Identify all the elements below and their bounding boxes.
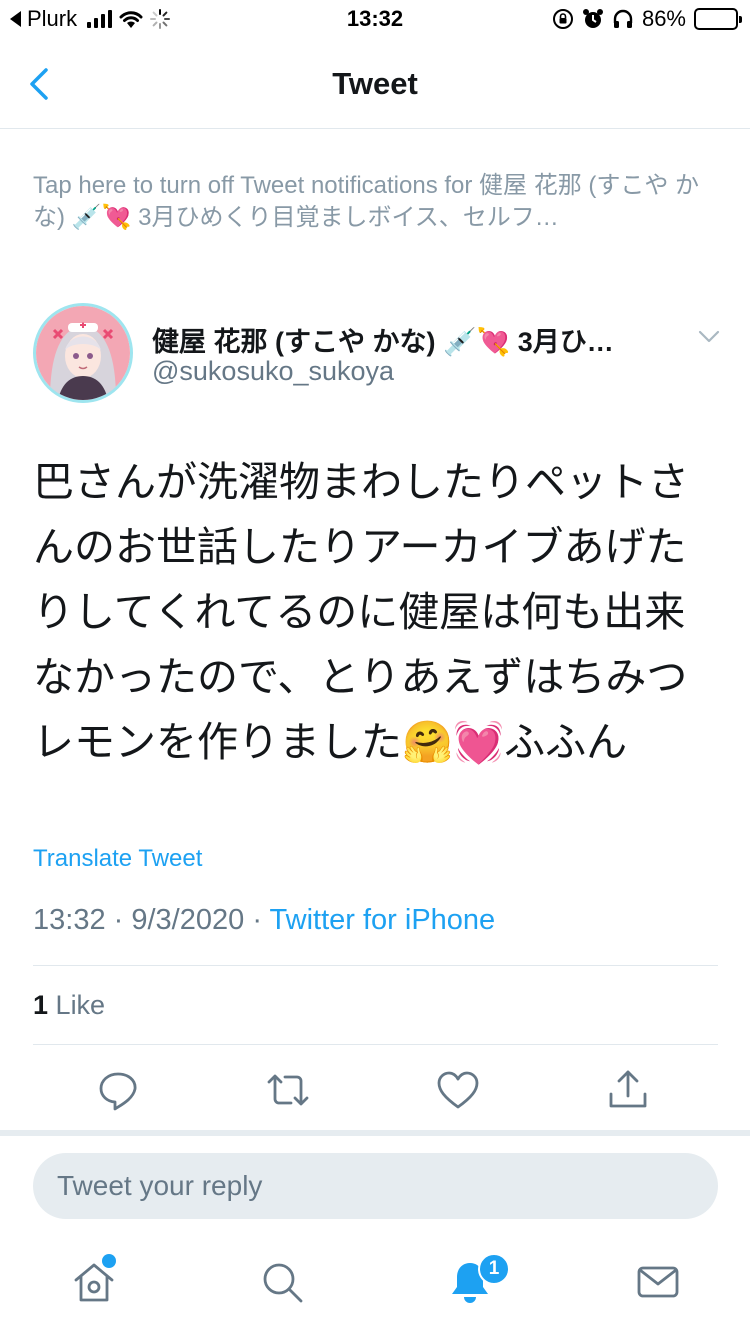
section-separator: [0, 1130, 750, 1136]
likes-label: Like: [55, 990, 106, 1020]
meta-separator: ·: [113, 904, 132, 936]
retweet-icon[interactable]: [264, 1066, 312, 1114]
messages-icon[interactable]: [634, 1258, 682, 1306]
battery-icon: [694, 8, 742, 30]
avatar-image: [36, 306, 130, 400]
alarm-icon: [582, 9, 603, 28]
author-handle[interactable]: @sukosuko_sukoya: [152, 356, 394, 387]
tweet-date: 9/3/2020: [131, 904, 245, 936]
tweet-source-link[interactable]: Twitter for iPhone: [270, 904, 496, 936]
divider: [33, 965, 718, 966]
headphones-icon: [613, 9, 633, 28]
reply-icon[interactable]: [94, 1066, 142, 1114]
translate-tweet-link[interactable]: Translate Tweet: [33, 845, 202, 873]
nav-bar: Tweet: [0, 40, 750, 129]
battery-percent: 86%: [641, 6, 686, 31]
reply-input[interactable]: [33, 1153, 718, 1219]
home-new-dot: [102, 1254, 116, 1268]
notification-toggle-link[interactable]: Tap here to turn off Tweet notifications…: [33, 170, 723, 234]
status-bar: Plurk 13:32 86%: [0, 0, 750, 40]
tweet-time: 13:32: [33, 904, 106, 936]
author-name[interactable]: 健屋 花那 (すこや かな) 💉💘 3月ひ…: [152, 320, 692, 359]
tweet-actions: [0, 1066, 750, 1114]
divider: [33, 1044, 718, 1045]
search-icon[interactable]: [258, 1258, 306, 1306]
orientation-lock-icon: [552, 9, 573, 29]
page-title: Tweet: [332, 66, 418, 101]
like-icon[interactable]: [434, 1066, 482, 1114]
notifications-badge: 1: [478, 1253, 510, 1285]
likes-number: 1: [33, 990, 49, 1020]
reply-box[interactable]: [33, 1153, 718, 1219]
avatar[interactable]: [33, 303, 133, 403]
share-icon[interactable]: [604, 1066, 652, 1114]
status-right: 86%: [552, 6, 742, 32]
chevron-down-icon[interactable]: [696, 326, 722, 346]
meta-separator: ·: [252, 904, 270, 936]
tweet-meta: 13:32 · 9/3/2020 · Twitter for iPhone: [33, 904, 495, 937]
likes-count[interactable]: 1 Like: [33, 990, 105, 1021]
tweet-text: 巴さんが洗濯物まわしたりペットさんのお世話したりアーカイブあげたりしてくれてるの…: [33, 458, 689, 766]
